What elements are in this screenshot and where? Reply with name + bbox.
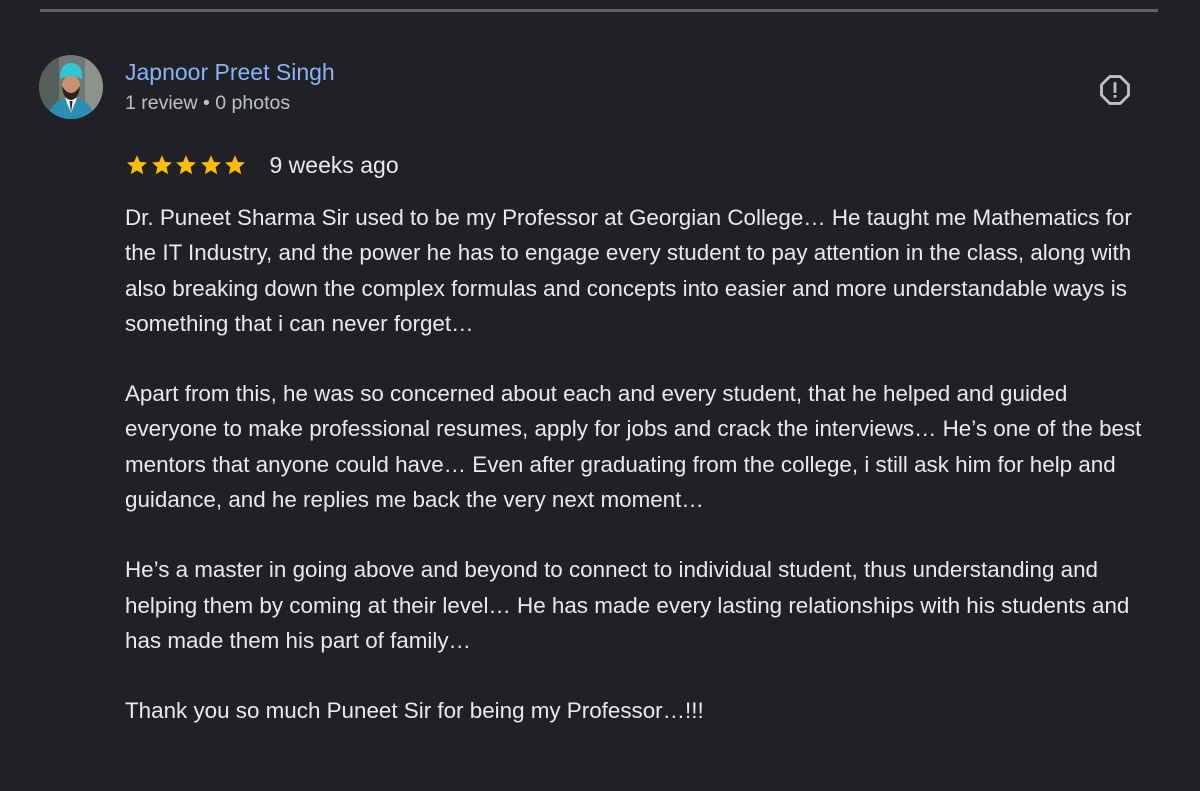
reviewer-stats: 1 review • 0 photos [125, 92, 291, 114]
review-paragraph: Apart from this, he was so concerned abo… [125, 381, 1142, 513]
report-flag-icon [1098, 73, 1132, 112]
star-icon [125, 153, 149, 177]
star-icon [223, 153, 247, 177]
reviewer-name-link[interactable]: Japnoor Preet Singh [125, 59, 335, 86]
section-divider [40, 9, 1158, 12]
review-date: 9 weeks ago [269, 151, 399, 178]
review-paragraph: He’s a master in going above and beyond … [125, 557, 1130, 653]
rating-row: 9 weeks ago [125, 150, 399, 180]
review-paragraph: Dr. Puneet Sharma Sir used to be my Prof… [125, 205, 1132, 336]
star-icon [150, 153, 174, 177]
reviewer-avatar[interactable] [39, 55, 103, 119]
report-review-button[interactable] [1096, 73, 1134, 111]
star-rating [125, 153, 248, 177]
star-icon [174, 153, 198, 177]
review-paragraph: Thank you so much Puneet Sir for being m… [125, 698, 704, 724]
star-icon [199, 153, 223, 177]
review-body: Dr. Puneet Sharma Sir used to be my Prof… [125, 200, 1165, 729]
